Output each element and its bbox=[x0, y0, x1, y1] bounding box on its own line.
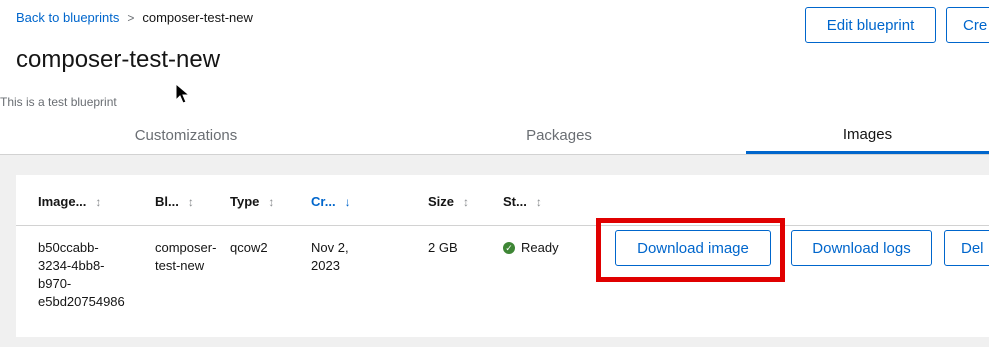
blueprint-line: composer- bbox=[155, 240, 217, 255]
blueprint-description: This is a test blueprint bbox=[0, 95, 117, 109]
mouse-pointer-icon bbox=[175, 83, 191, 104]
highlight-box bbox=[596, 218, 785, 282]
tab-packages[interactable]: Packages bbox=[372, 117, 746, 153]
breadcrumb-current: composer-test-new bbox=[142, 10, 253, 25]
image-id-line: b970- bbox=[38, 276, 72, 291]
column-header-created[interactable]: Cr... ↓ bbox=[311, 194, 351, 209]
images-table: Image... ↕ Bl... ↕ Type ↕ Cr... ↓ Size ↕… bbox=[16, 175, 989, 337]
sort-icon: ↕ bbox=[187, 194, 194, 209]
back-to-blueprints-link[interactable]: Back to blueprints bbox=[16, 10, 119, 25]
sort-icon: ↕ bbox=[535, 194, 542, 209]
created-cell: Nov 2, 2023 bbox=[311, 239, 349, 275]
image-id-cell: b50ccabb- 3234-4bb8- b970- e5bd20754986 bbox=[38, 239, 125, 311]
created-line: Nov 2, bbox=[311, 240, 349, 255]
download-logs-button[interactable]: Download logs bbox=[791, 230, 932, 266]
column-header-label: Cr... bbox=[311, 194, 336, 209]
sort-descending-icon: ↓ bbox=[344, 194, 351, 209]
tab-images[interactable]: Images bbox=[746, 117, 989, 154]
breadcrumb: Back to blueprints > composer-test-new bbox=[16, 10, 253, 25]
column-header-status[interactable]: St... ↕ bbox=[503, 194, 542, 209]
size-cell: 2 GB bbox=[428, 240, 458, 255]
column-header-image[interactable]: Image... ↕ bbox=[38, 194, 101, 209]
status-cell: ✓ Ready bbox=[503, 239, 559, 257]
blueprint-tabs: Customizations Packages Images bbox=[0, 117, 989, 155]
sort-icon: ↕ bbox=[463, 194, 470, 209]
page-title: composer-test-new bbox=[16, 46, 221, 73]
column-header-label: Type bbox=[230, 194, 260, 209]
delete-image-button[interactable]: Del bbox=[944, 230, 989, 266]
image-id-line: 3234-4bb8- bbox=[38, 258, 105, 273]
column-header-type[interactable]: Type ↕ bbox=[230, 194, 274, 209]
check-circle-icon: ✓ bbox=[503, 242, 515, 254]
edit-blueprint-button[interactable]: Edit blueprint bbox=[805, 7, 936, 43]
status-label: Ready bbox=[521, 240, 559, 255]
sort-icon: ↕ bbox=[95, 194, 102, 209]
created-line: 2023 bbox=[311, 258, 340, 273]
blueprint-line: test-new bbox=[155, 258, 205, 273]
create-image-button[interactable]: Cre bbox=[946, 7, 989, 43]
blueprint-cell: composer- test-new bbox=[155, 239, 216, 275]
image-id-line: e5bd20754986 bbox=[38, 294, 125, 309]
tab-customizations[interactable]: Customizations bbox=[0, 117, 372, 153]
column-header-label: Bl... bbox=[155, 194, 179, 209]
type-cell: qcow2 bbox=[230, 240, 268, 255]
column-header-label: Size bbox=[428, 194, 455, 209]
column-header-size[interactable]: Size ↕ bbox=[428, 194, 469, 209]
sort-icon: ↕ bbox=[268, 194, 275, 209]
table-header: Image... ↕ Bl... ↕ Type ↕ Cr... ↓ Size ↕… bbox=[16, 175, 989, 226]
column-header-label: St... bbox=[503, 194, 527, 209]
column-header-blueprint[interactable]: Bl... ↕ bbox=[155, 194, 194, 209]
column-header-label: Image... bbox=[38, 194, 87, 209]
breadcrumb-separator: > bbox=[127, 10, 135, 25]
image-id-line: b50ccabb- bbox=[38, 240, 99, 255]
